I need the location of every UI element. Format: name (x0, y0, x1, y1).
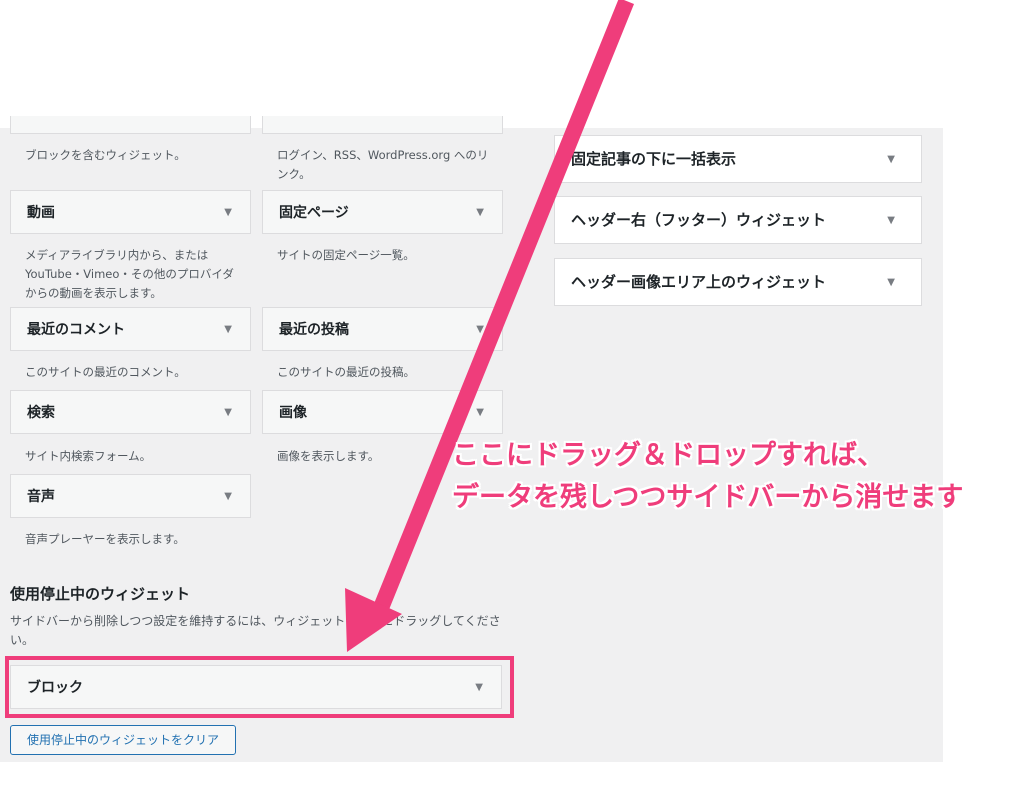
annotation-line-2: データを残しつつサイドバーから消せます (452, 482, 964, 513)
annotation-arrow (345, 0, 634, 652)
annotation-line-1: ここにドラッグ＆ドロップすれば、 (452, 440, 884, 471)
arrow-shaft (369, 0, 634, 622)
